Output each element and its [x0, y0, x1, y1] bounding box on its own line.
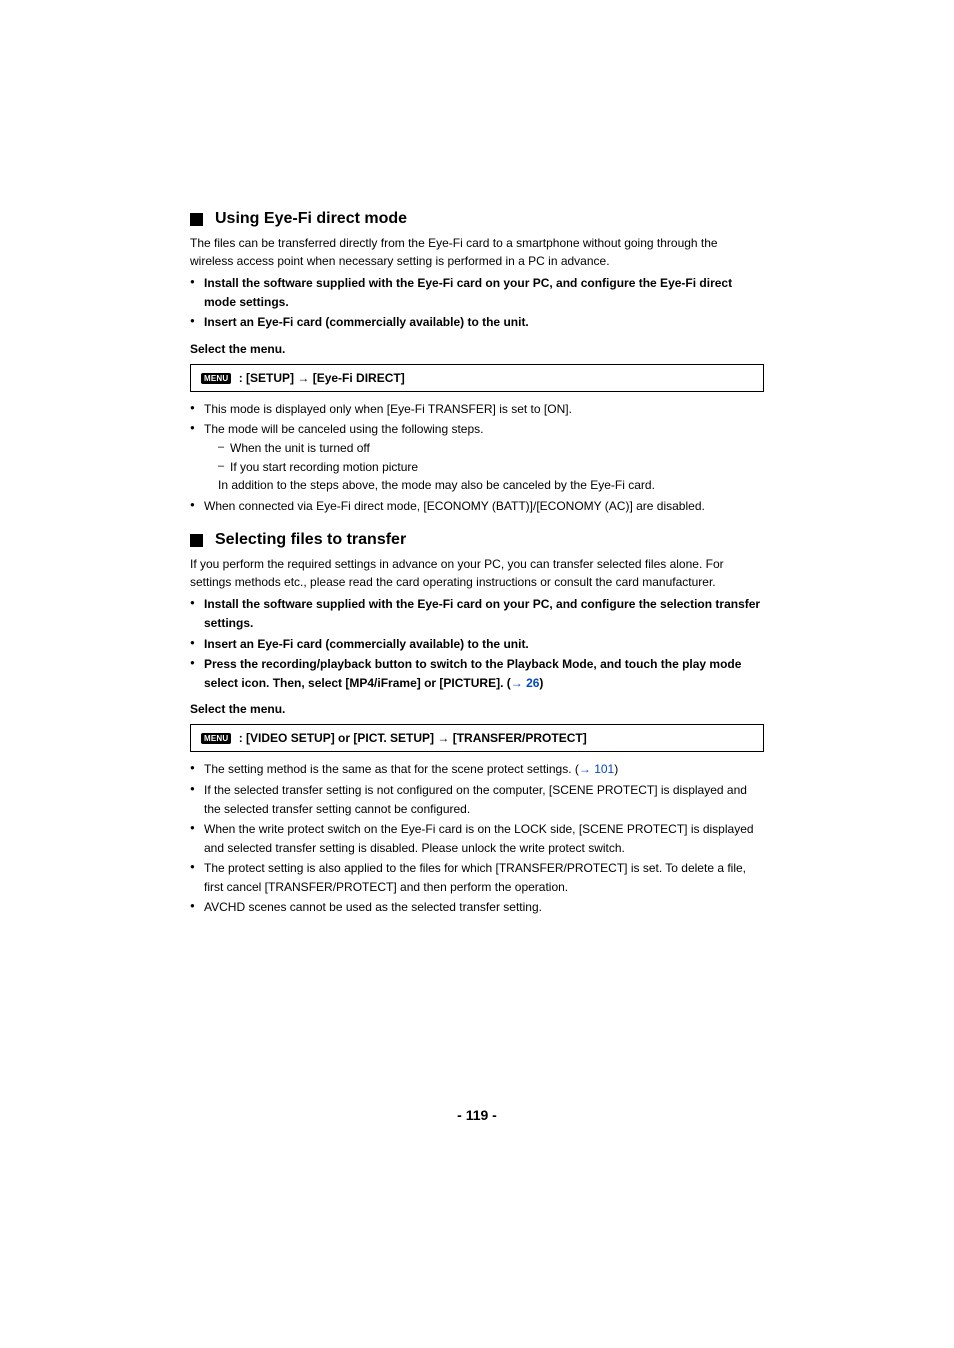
menu-text: : [SETUP] [239, 371, 298, 385]
intro-paragraph-2: If you perform the required settings in … [190, 555, 764, 591]
heading-text: Using Eye-Fi direct mode [215, 210, 407, 228]
list-item: When connected via Eye-Fi direct mode, [… [190, 497, 764, 516]
intro-paragraph-1: The files can be transferred directly fr… [190, 234, 764, 270]
list-item: Install the software supplied with the E… [190, 274, 764, 311]
sub-item: In addition to the steps above, the mode… [218, 476, 764, 495]
select-menu-label: Select the menu. [190, 342, 764, 356]
sub-item: If you start recording motion picture [218, 458, 764, 477]
note-text: ) [614, 762, 618, 776]
sub-list: When the unit is turned off If you start… [218, 439, 764, 495]
page-number: - 119 - [0, 1107, 954, 1123]
arrow-right-icon: → [511, 676, 523, 690]
requirement-list-2: Install the software supplied with the E… [190, 595, 764, 692]
select-menu-label: Select the menu. [190, 702, 764, 716]
heading-text: Selecting files to transfer [215, 531, 406, 549]
list-item: AVCHD scenes cannot be used as the selec… [190, 898, 764, 917]
item-text: ) [539, 676, 543, 690]
list-item: The protect setting is also applied to t… [190, 859, 764, 896]
list-item: When the write protect switch on the Eye… [190, 820, 764, 857]
menu-text: : [VIDEO SETUP] or [PICT. SETUP] [239, 731, 438, 745]
list-item: Press the recording/playback button to s… [190, 655, 764, 692]
menu-path-box-2: MENU : [VIDEO SETUP] or [PICT. SETUP] → … [190, 724, 764, 752]
sub-item: When the unit is turned off [218, 439, 764, 458]
arrow-right-icon: → [579, 762, 591, 776]
list-item: Install the software supplied with the E… [190, 595, 764, 632]
menu-path-box-1: MENU : [SETUP] → [Eye-Fi DIRECT] [190, 364, 764, 392]
list-item: The mode will be canceled using the foll… [190, 420, 764, 494]
list-item: The setting method is the same as that f… [190, 760, 764, 779]
note-list-1: This mode is displayed only when [Eye-Fi… [190, 400, 764, 516]
list-item: This mode is displayed only when [Eye-Fi… [190, 400, 764, 419]
menu-text: [Eye-Fi DIRECT] [309, 371, 404, 385]
page-link-101[interactable]: 101 [591, 762, 614, 776]
page-link-26[interactable]: 26 [523, 676, 540, 690]
menu-badge-icon: MENU [201, 733, 231, 744]
list-item: If the selected transfer setting is not … [190, 781, 764, 818]
square-bullet-icon [190, 534, 203, 547]
requirement-list-1: Install the software supplied with the E… [190, 274, 764, 332]
list-item: Insert an Eye-Fi card (commercially avai… [190, 635, 764, 654]
menu-text: [TRANSFER/PROTECT] [449, 731, 586, 745]
item-text: Press the recording/playback button to s… [204, 657, 741, 690]
menu-badge-icon: MENU [201, 373, 231, 384]
page: Using Eye-Fi direct mode The files can b… [0, 0, 954, 1348]
list-item: Insert an Eye-Fi card (commercially avai… [190, 313, 764, 332]
note-list-2: The setting method is the same as that f… [190, 760, 764, 917]
note-text: The setting method is the same as that f… [204, 762, 579, 776]
arrow-right-icon: → [437, 731, 449, 745]
square-bullet-icon [190, 213, 203, 226]
heading-selecting-files: Selecting files to transfer [190, 531, 764, 549]
note-text: The mode will be canceled using the foll… [204, 422, 484, 436]
arrow-right-icon: → [297, 371, 309, 385]
heading-eyefi-direct: Using Eye-Fi direct mode [190, 210, 764, 228]
